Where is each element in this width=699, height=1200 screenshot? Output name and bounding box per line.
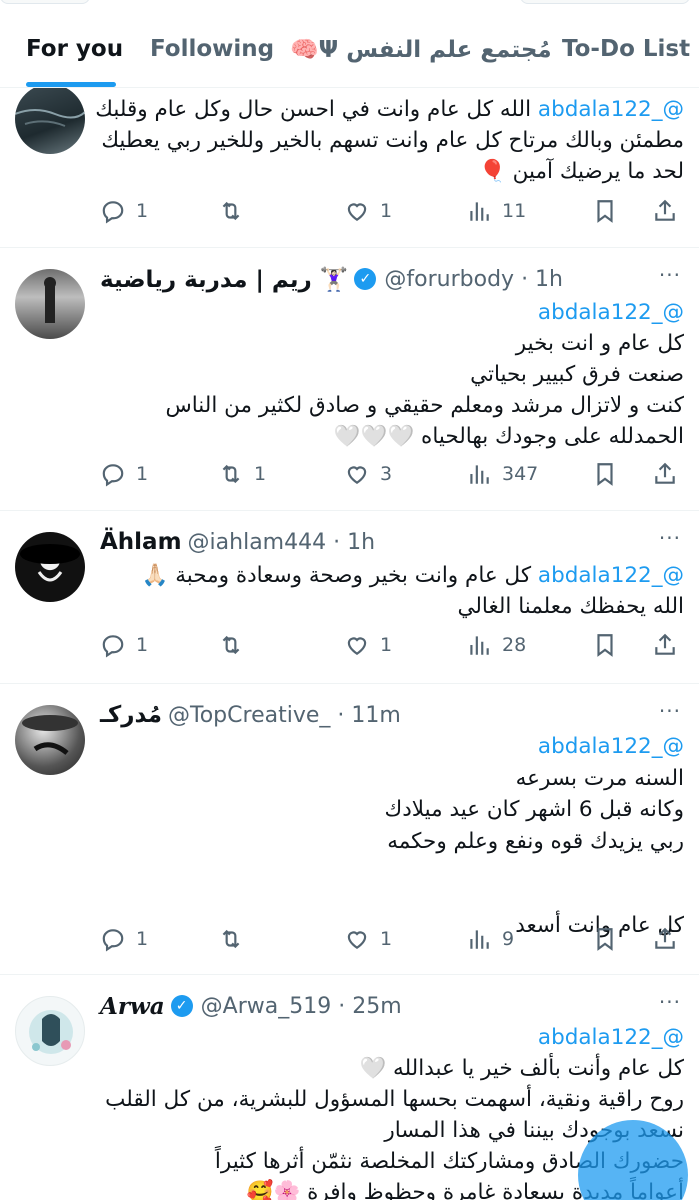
brain-psi-icon: 🧠Ψ <box>290 37 339 63</box>
avatar[interactable] <box>15 705 85 775</box>
share-icon <box>655 199 675 221</box>
more-options-icon[interactable]: ··· <box>659 526 681 550</box>
tweet-text: @_abdala122 كل عام و انت بخير صنعت فرق ك… <box>165 300 685 449</box>
retweet-button[interactable] <box>218 921 254 957</box>
heart-icon <box>347 931 367 949</box>
like-button[interactable]: 1 <box>344 193 392 229</box>
avatar[interactable] <box>15 269 85 339</box>
tab-psychology-community[interactable]: 🧠Ψ مُجتمع علم النفس <box>290 36 552 63</box>
tweet-actions: 1 1 28 <box>100 627 685 663</box>
views-button[interactable]: 28 <box>466 627 526 663</box>
share-icon <box>655 462 675 484</box>
views-icon <box>470 465 489 484</box>
handle-and-time[interactable]: @TopCreative_ · 11m <box>168 703 401 728</box>
views-button[interactable]: 11 <box>466 193 526 229</box>
top-strip <box>0 0 699 6</box>
reply-button[interactable]: 1 <box>100 456 148 492</box>
active-tab-indicator <box>26 82 116 87</box>
retweet-button[interactable] <box>218 627 254 663</box>
reply-icon <box>102 201 124 224</box>
tab-following[interactable]: Following <box>150 36 274 62</box>
tweet-text: @_abdala122 كل عام وانت بخير وصحة وسعادة… <box>141 563 684 619</box>
reply-icon <box>102 929 124 952</box>
reply-button[interactable]: 1 <box>100 627 148 663</box>
retweet-icon <box>222 464 240 484</box>
share-button[interactable] <box>652 921 688 957</box>
retweet-button[interactable] <box>218 193 254 229</box>
bookmark-button[interactable] <box>592 627 628 663</box>
tab-todo-list[interactable]: To-Do List <box>562 36 690 62</box>
views-icon <box>470 202 489 221</box>
views-button[interactable]: 9 <box>466 921 514 957</box>
bookmark-button[interactable] <box>592 193 628 229</box>
mention-link[interactable]: @_abdala122 <box>538 300 684 325</box>
more-options-icon[interactable]: ··· <box>659 263 681 287</box>
retweet-button[interactable]: 1 <box>218 456 266 492</box>
tab-for-you[interactable]: For you <box>26 36 123 62</box>
tweet[interactable]: ريم | مدربة رياضية 🏋🏻‍♀️ ✓ @forurbody · … <box>0 249 699 511</box>
like-button[interactable]: 1 <box>344 921 392 957</box>
bookmark-icon <box>597 928 613 951</box>
tweet-text: @_abdala122 السنه مرت بسرعه وكانه قبل 6 … <box>384 734 685 938</box>
like-button[interactable]: 3 <box>344 456 392 492</box>
retweet-icon <box>222 201 240 221</box>
tweet-header: ريم | مدربة رياضية 🏋🏻‍♀️ ✓ @forurbody · … <box>100 263 684 295</box>
verified-badge-icon: ✓ <box>170 995 193 1017</box>
tweet-actions: 1 1 11 <box>100 193 685 229</box>
views-button[interactable]: 347 <box>466 456 538 492</box>
top-pill <box>520 0 690 4</box>
views-icon <box>470 930 489 949</box>
bookmark-icon <box>597 463 613 486</box>
tweet-header: Arwa ✓ @Arwa_519 · 25m <box>100 990 684 1022</box>
like-button[interactable]: 1 <box>344 627 392 663</box>
handle-and-time[interactable]: @Arwa_519 · 25m <box>201 994 402 1019</box>
display-name[interactable]: ريم | مدربة رياضية 🏋🏻‍♀️ <box>100 266 348 293</box>
reply-button[interactable]: 1 <box>100 193 148 229</box>
bookmark-button[interactable] <box>592 921 628 957</box>
bookmark-button[interactable] <box>592 456 628 492</box>
reply-button[interactable]: 1 <box>100 921 148 957</box>
heart-icon <box>347 466 367 484</box>
handle-and-time[interactable]: @forurbody · 1h <box>384 267 563 292</box>
retweet-icon <box>222 635 240 655</box>
mention-link[interactable]: @_abdala122 <box>538 734 684 759</box>
share-button[interactable] <box>652 193 688 229</box>
tweet[interactable]: @_abdala122 الله كل عام وانت في احسن حال… <box>0 84 699 248</box>
tweet-text: @_abdala122 الله كل عام وانت في احسن حال… <box>95 97 684 184</box>
home-tab-bar: For you Following 🧠Ψ مُجتمع علم النفس To… <box>0 0 699 88</box>
views-icon <box>470 636 489 655</box>
tweet-header: مُدركـ @TopCreative_ · 11m <box>100 699 684 731</box>
more-options-icon[interactable]: ··· <box>659 990 681 1014</box>
bookmark-icon <box>597 200 613 223</box>
top-pill <box>0 0 90 4</box>
reply-icon <box>102 635 124 658</box>
tweet-actions: 1 1 3 347 <box>100 456 685 492</box>
share-icon <box>655 633 675 655</box>
tweet-actions: 1 1 9 <box>100 921 685 957</box>
display-name[interactable]: Ählam <box>100 529 182 555</box>
retweet-icon <box>222 929 240 949</box>
display-name[interactable]: Arwa <box>100 993 165 1020</box>
mention-link[interactable]: @_abdala122 <box>538 563 684 588</box>
bookmark-icon <box>597 634 613 657</box>
tweet-header: Ählam @iahlam444 · 1h <box>100 526 684 558</box>
handle-and-time[interactable]: @iahlam444 · 1h <box>188 530 375 555</box>
avatar[interactable] <box>15 84 85 154</box>
share-icon <box>655 927 675 949</box>
reply-icon <box>102 464 124 487</box>
avatar[interactable] <box>15 996 85 1066</box>
heart-icon <box>347 203 367 221</box>
mention-link[interactable]: @_abdala122 <box>538 1025 684 1050</box>
more-options-icon[interactable]: ··· <box>659 699 681 723</box>
tweet[interactable]: مُدركـ @TopCreative_ · 11m ··· @_abdala1… <box>0 685 699 975</box>
display-name[interactable]: مُدركـ <box>100 702 162 728</box>
share-button[interactable] <box>652 456 688 492</box>
mention-link[interactable]: @_abdala122 <box>538 97 684 122</box>
share-button[interactable] <box>652 627 688 663</box>
tweet[interactable]: Ählam @iahlam444 · 1h ··· @_abdala122 كل… <box>0 512 699 684</box>
avatar[interactable] <box>15 532 85 602</box>
verified-badge-icon: ✓ <box>354 268 377 290</box>
heart-icon <box>347 637 367 655</box>
